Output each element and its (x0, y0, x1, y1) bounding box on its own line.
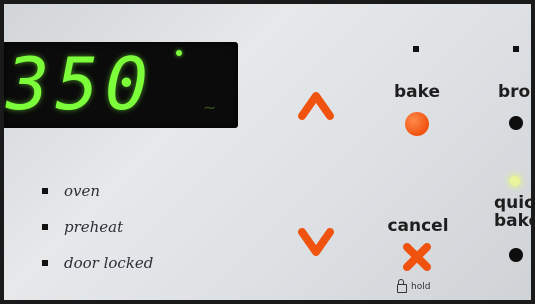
temperature-readout: 350 (6, 42, 155, 126)
quick-bake-status-led (510, 176, 520, 186)
chevron-up-icon (298, 92, 334, 120)
quick-bake-button[interactable] (509, 248, 523, 262)
lock-icon (397, 279, 407, 293)
indicator-oven: oven (42, 182, 100, 200)
bake-status-led (413, 46, 419, 52)
temperature-down-button[interactable] (296, 226, 336, 260)
oven-control-panel: 350 ~ oven preheat door locked bake broi… (4, 4, 531, 300)
temperature-up-button[interactable] (296, 88, 336, 122)
quick-bake-label: quick bake (494, 194, 531, 230)
quick-bake-label-line1: quick (494, 193, 531, 213)
chevron-down-icon (298, 228, 334, 256)
broil-status-led (513, 46, 519, 52)
broil-button[interactable] (509, 116, 523, 130)
indicator-preheat-label: preheat (64, 218, 124, 236)
indicator-preheat-led (42, 224, 48, 230)
display-segment: ~ (203, 98, 217, 117)
hold-hint: hold (397, 279, 431, 293)
indicator-preheat: preheat (42, 218, 123, 236)
degree-indicator (176, 50, 182, 56)
bake-button[interactable] (405, 112, 429, 136)
indicator-oven-led (42, 188, 48, 194)
cancel-button[interactable] (400, 240, 434, 274)
indicator-door-locked-label: door locked (64, 254, 154, 272)
bake-label: bake (393, 82, 441, 102)
indicator-oven-label: oven (64, 182, 101, 200)
hold-label: hold (411, 282, 431, 292)
broil-label: broil (498, 82, 531, 102)
indicator-door-locked: door locked (42, 254, 153, 272)
quick-bake-label-line2: bake (494, 211, 531, 231)
cancel-label: cancel (387, 216, 449, 236)
indicator-door-locked-led (42, 260, 48, 266)
x-icon (403, 243, 431, 271)
temperature-display: 350 ~ (4, 42, 238, 128)
